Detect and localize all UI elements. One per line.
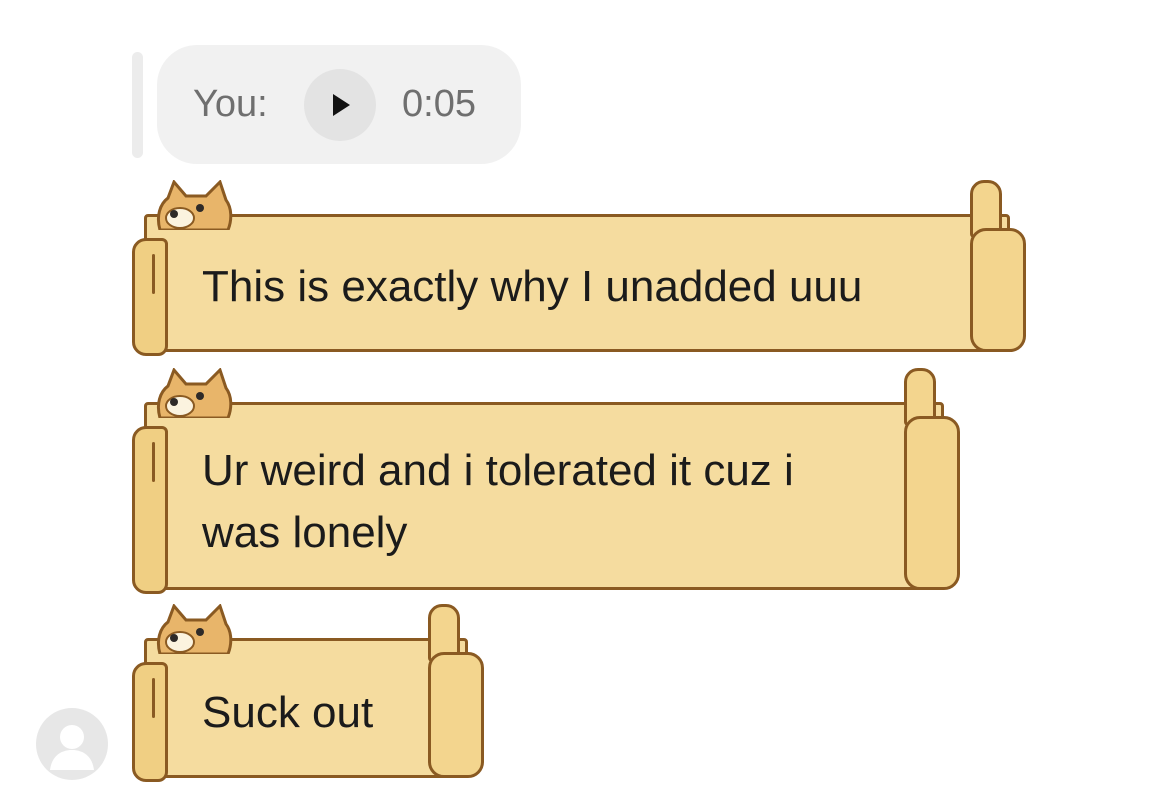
doge-head-icon — [156, 604, 233, 654]
play-icon — [333, 94, 350, 116]
doge-arm-line — [152, 678, 155, 718]
message-text: This is exactly why I unadded uuu — [202, 256, 862, 318]
doge-arm-line — [152, 254, 155, 294]
voice-message-bubble[interactable]: You: 0:05 — [157, 45, 521, 164]
doge-head-icon — [156, 368, 233, 418]
message-line: Suck out — [202, 688, 374, 737]
voice-duration: 0:05 — [402, 83, 476, 125]
doge-head-icon — [156, 180, 233, 230]
doge-paw — [970, 228, 1026, 352]
doge-paw — [428, 652, 484, 778]
play-button[interactable] — [304, 69, 376, 141]
reply-indicator-bar — [132, 52, 143, 158]
user-avatar-icon — [50, 725, 94, 770]
doge-arm — [132, 426, 168, 594]
message-bubble[interactable]: This is exactly why I unadded uuu — [132, 180, 1026, 356]
doge-paw — [904, 416, 960, 590]
message-line: was lonely — [202, 508, 408, 557]
message-text: Ur weird and i tolerated it cuz i was lo… — [202, 440, 794, 564]
message-text: Suck out — [202, 682, 373, 744]
message-bubble[interactable]: Ur weird and i tolerated it cuz i was lo… — [132, 368, 960, 594]
sender-avatar[interactable] — [36, 708, 108, 780]
doge-arm — [132, 238, 168, 356]
doge-arm — [132, 662, 168, 782]
message-bubble[interactable]: Suck out — [132, 604, 484, 782]
doge-arm-line — [152, 442, 155, 482]
voice-sender-label: You: — [193, 83, 268, 125]
message-line: This is exactly why I unadded uuu — [202, 262, 863, 311]
message-line: Ur weird and i tolerated it cuz i — [202, 446, 794, 495]
